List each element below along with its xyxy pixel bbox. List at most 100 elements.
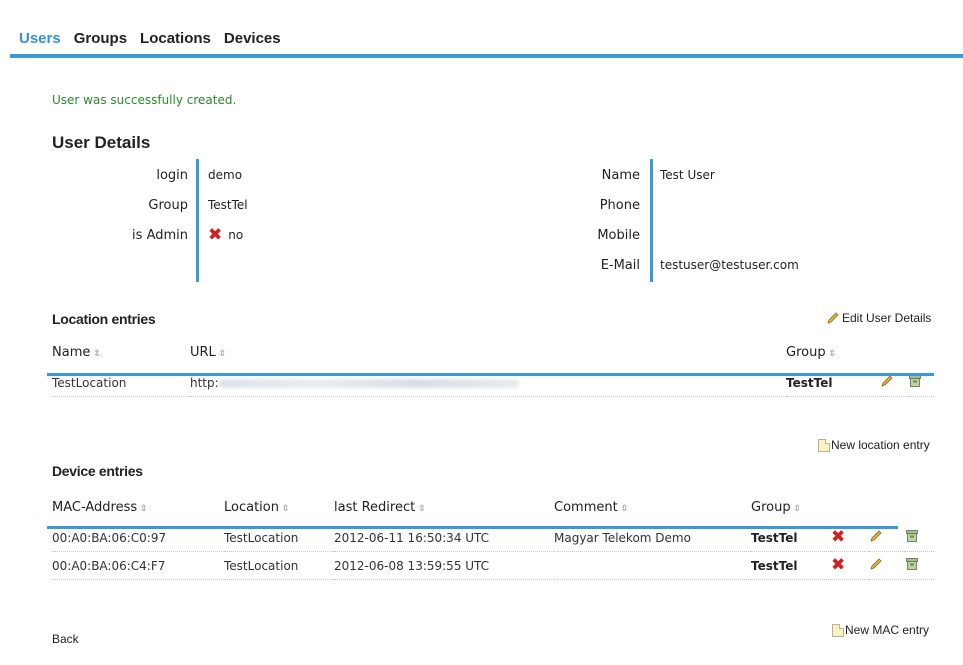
cell-delete: ✖	[831, 551, 869, 580]
col-header-label: MAC-Address	[52, 499, 138, 515]
x-icon: ✖	[208, 224, 223, 245]
col-header-label: Group	[786, 344, 826, 360]
col-header-group[interactable]: Group ⇳	[751, 490, 831, 524]
sort-icon: ⇳	[793, 503, 802, 514]
col-header-label: Group	[751, 499, 791, 515]
col-header-label: Comment	[554, 499, 618, 515]
detail-row-login: login demo	[52, 160, 248, 190]
device-table: MAC-Address ⇳ Location ⇳ last Redirect ⇳ Co…	[52, 490, 934, 580]
nav-groups[interactable]: Groups	[74, 30, 127, 50]
detail-value: Test User	[660, 168, 715, 182]
blurred-url	[218, 378, 519, 388]
is-admin-value: no	[228, 228, 244, 242]
detail-row-mobile: Mobile	[560, 220, 799, 250]
sort-icon: ⇳	[418, 503, 426, 514]
new-location-entry-link[interactable]: New location entry	[818, 438, 930, 452]
new-mac-entry-label: New MAC entry	[845, 623, 930, 637]
url-prefix: http:	[190, 375, 219, 390]
sort-icon: ⇳	[140, 503, 148, 514]
cell-location: TestLocation	[224, 551, 334, 580]
sort-icon: ⇳	[620, 503, 629, 514]
document-icon	[832, 624, 844, 637]
device-entries-title: Device entries	[52, 463, 143, 479]
table-row: 00:A0:BA:06:C4:F7 TestLocation 2012-06-0…	[52, 551, 934, 580]
col-header-url[interactable]: URL ⇳	[190, 335, 786, 369]
detail-row-phone: Phone	[560, 190, 799, 220]
detail-label: Name	[601, 167, 640, 183]
edit-user-details-link[interactable]: Edit User Details	[826, 311, 931, 325]
nav-underline	[10, 54, 963, 58]
cell-edit	[869, 551, 905, 580]
x-icon[interactable]: ✖	[831, 529, 845, 546]
new-location-entry-label: New location entry	[831, 438, 930, 452]
col-header-label: URL	[190, 344, 216, 360]
success-message: User was successfully created.	[52, 93, 237, 107]
document-icon	[818, 439, 830, 452]
col-header-label: last Redirect	[334, 499, 416, 515]
cell-last-redirect: 2012-06-08 13:59:55 UTC	[334, 551, 554, 580]
detail-label: login	[156, 167, 188, 183]
pencil-icon[interactable]	[869, 529, 883, 543]
col-header-comment[interactable]: Comment ⇳	[554, 490, 751, 524]
detail-row-is-admin: is Admin ✖ no	[52, 220, 248, 250]
col-header-actions	[908, 335, 934, 369]
detail-label: Mobile	[597, 227, 640, 243]
col-header-location[interactable]: Location ⇳	[224, 490, 334, 524]
detail-row-group: Group TestTel	[52, 190, 248, 220]
trash-icon[interactable]	[905, 529, 919, 543]
trash-icon[interactable]	[908, 374, 922, 388]
pencil-icon	[827, 312, 839, 324]
nav-users[interactable]: Users	[19, 30, 61, 50]
detail-label: E-Mail	[600, 257, 640, 273]
col-header-label: Location	[224, 499, 279, 515]
cell-group: TestTel	[751, 551, 831, 580]
pencil-icon[interactable]	[880, 374, 894, 388]
pencil-icon[interactable]	[869, 557, 883, 571]
table-header-row: Name ⇳ URL ⇳ Group ⇳	[52, 335, 934, 369]
detail-row-email: E-Mail testuser@testuser.com	[560, 250, 799, 280]
sort-icon: ⇳	[828, 348, 837, 359]
col-header-mac[interactable]: MAC-Address ⇳	[52, 490, 224, 524]
location-table: Name ⇳ URL ⇳ Group ⇳ TestLocation http: Tes…	[52, 335, 934, 397]
detail-value: demo	[208, 168, 243, 182]
x-icon[interactable]: ✖	[831, 557, 845, 574]
col-header-last-redirect[interactable]: last Redirect ⇳	[334, 490, 554, 524]
cell-remove	[905, 524, 934, 552]
trash-icon[interactable]	[905, 557, 919, 571]
detail-label: Group	[148, 197, 188, 213]
sort-icon: ⇳	[281, 503, 290, 514]
cell-mac: 00:A0:BA:06:C4:F7	[52, 551, 224, 580]
col-header-actions	[905, 490, 934, 524]
top-nav: Users Groups Locations Devices	[19, 30, 281, 50]
details-left-divider	[196, 159, 199, 282]
col-header-actions	[869, 490, 905, 524]
nav-devices[interactable]: Devices	[224, 30, 281, 50]
detail-value: ✖ no	[198, 224, 244, 245]
detail-value: testuser@testuser.com	[660, 258, 799, 272]
details-right: Name Test User Phone Mobile E-Mail testu…	[560, 160, 799, 280]
sort-icon: ⇳	[93, 348, 101, 359]
location-entries-title: Location entries	[52, 311, 156, 327]
edit-user-details-label: Edit User Details	[842, 311, 932, 325]
col-header-actions	[831, 490, 869, 524]
location-header-underline	[47, 373, 934, 376]
cell-remove	[905, 551, 934, 580]
new-mac-entry-link[interactable]: New MAC entry	[832, 623, 929, 637]
col-header-actions	[880, 335, 908, 369]
col-header-group[interactable]: Group ⇳	[786, 335, 880, 369]
table-header-row: MAC-Address ⇳ Location ⇳ last Redirect ⇳ Co…	[52, 490, 934, 524]
detail-label: is Admin	[132, 227, 188, 243]
detail-row-name: Name Test User	[560, 160, 799, 190]
page-title: User Details	[52, 133, 151, 152]
nav-locations[interactable]: Locations	[140, 30, 211, 50]
detail-value: TestTel	[208, 198, 248, 212]
col-header-label: Name	[52, 344, 91, 360]
detail-label: Phone	[599, 197, 640, 213]
device-header-underline	[47, 526, 898, 529]
cell-comment	[554, 551, 751, 580]
sort-icon: ⇳	[218, 348, 227, 359]
col-header-name[interactable]: Name ⇳	[52, 335, 190, 369]
details-right-divider	[650, 159, 653, 282]
back-link[interactable]: Back	[52, 632, 79, 646]
details-left: login demo Group TestTel is Admin ✖ no	[52, 160, 248, 250]
